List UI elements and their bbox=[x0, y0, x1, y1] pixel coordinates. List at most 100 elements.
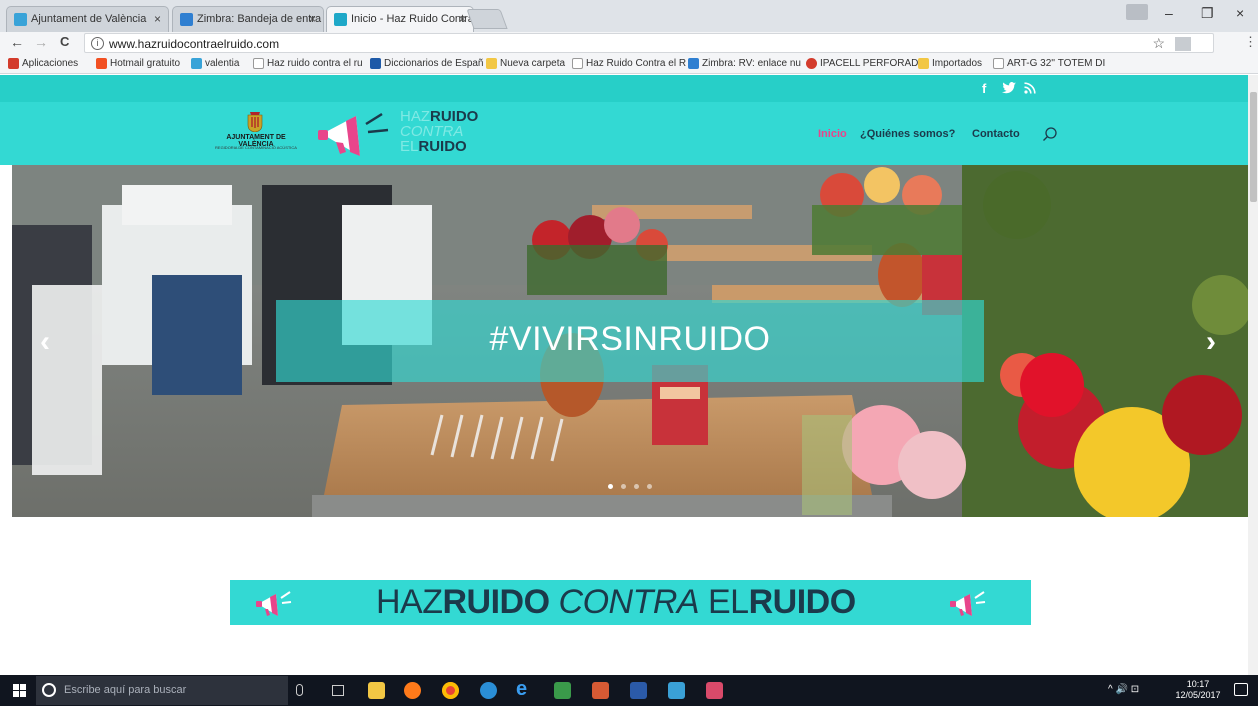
close-window-icon[interactable]: × bbox=[1236, 5, 1244, 21]
bookmark-artg[interactable]: ART-G 32'' TOTEM DI bbox=[993, 58, 1105, 69]
hazruido-favicon-icon bbox=[334, 13, 347, 26]
bookmark-label: Zimbra: RV: enlace nu bbox=[702, 58, 801, 69]
word-icon[interactable] bbox=[630, 682, 647, 699]
bookmark-ipacell[interactable]: IPACELL PERFORADO bbox=[806, 58, 926, 69]
megaphone-icon bbox=[950, 591, 986, 616]
clock-time: 10:17 bbox=[1186, 679, 1210, 689]
taskbar-search-box[interactable]: Escribe aquí para buscar bbox=[36, 676, 288, 705]
web-page: f AJUNTAMENT DE VALÈNCIA REGIDORIA DE CO… bbox=[0, 75, 1248, 675]
microphone-icon[interactable] bbox=[296, 684, 303, 696]
bookmark-label: Diccionarios de Españ bbox=[384, 58, 484, 69]
browser-toolbar: ← → C i www.hazruidocontraelruido.com ☆ bbox=[0, 32, 1258, 54]
close-tab-icon[interactable]: × bbox=[309, 12, 316, 26]
bookmark-nueva-carpeta[interactable]: Nueva carpeta bbox=[486, 58, 565, 69]
banner-ruido: RUIDO bbox=[442, 583, 551, 621]
bookmark-label: valentia bbox=[205, 58, 240, 69]
app-icon[interactable] bbox=[554, 682, 571, 699]
slider-dot[interactable] bbox=[621, 484, 626, 489]
internet-explorer-icon[interactable]: e bbox=[516, 678, 533, 700]
ajuntament-logo[interactable]: AJUNTAMENT DE VALÈNCIA REGIDORIA DE CONT… bbox=[210, 110, 302, 162]
slider-prev-arrow-icon[interactable]: ‹ bbox=[40, 325, 50, 359]
system-tray-icons[interactable]: ^ 🔊 ⊡ bbox=[1108, 684, 1139, 695]
back-button[interactable]: ← bbox=[10, 34, 24, 50]
ajuntament-subtitle: REGIDORIA DE CONTAMINACIÓ ACÚSTICA bbox=[215, 145, 297, 150]
tab-ajuntament[interactable]: Ajuntament de València × bbox=[6, 6, 169, 32]
browser-menu-icon[interactable]: ⋮ bbox=[1244, 34, 1257, 50]
bookmark-star-icon[interactable]: ☆ bbox=[1152, 35, 1165, 52]
ajuntament-favicon-icon bbox=[14, 13, 27, 26]
bookmark-label: Importados bbox=[932, 58, 983, 69]
notification-center-icon[interactable] bbox=[1234, 683, 1248, 696]
bookmark-label: Aplicaciones bbox=[22, 58, 79, 69]
zimbra-favicon-icon bbox=[180, 13, 193, 26]
minimize-icon[interactable]: – bbox=[1165, 5, 1173, 21]
bookmark-label: ART-G 32'' TOTEM DI bbox=[1007, 58, 1106, 69]
twitter-icon[interactable] bbox=[1002, 82, 1016, 94]
hero-slider: #VIVIRSINRUIDO ‹ › bbox=[12, 165, 1248, 517]
new-tab-button[interactable] bbox=[466, 9, 508, 29]
bookmark-apps[interactable]: Aplicaciones bbox=[8, 58, 78, 69]
scrollbar-thumb[interactable] bbox=[1250, 92, 1257, 202]
task-view-icon[interactable] bbox=[332, 685, 344, 696]
hero-caption: #VIVIRSINRUIDO bbox=[489, 320, 771, 358]
app-icon[interactable] bbox=[668, 682, 685, 699]
url-text[interactable]: www.hazruidocontraelruido.com bbox=[109, 37, 279, 51]
windows-start-icon[interactable] bbox=[13, 684, 26, 697]
haz-ruido-banner[interactable]: HAZRUIDO CONTRA ELRUIDO bbox=[230, 580, 1031, 625]
chrome-icon[interactable] bbox=[442, 682, 459, 699]
tab-label: Inicio - Haz Ruido Contra bbox=[351, 13, 474, 25]
megaphone-icon bbox=[256, 591, 292, 616]
bookmark-valentia[interactable]: valentia bbox=[191, 58, 239, 69]
site-header: AJUNTAMENT DE VALÈNCIA REGIDORIA DE CONT… bbox=[0, 102, 1248, 165]
app-icon[interactable] bbox=[706, 682, 723, 699]
wordreference-icon bbox=[370, 58, 381, 69]
bookmark-label: IPACELL PERFORADO bbox=[820, 58, 927, 69]
tab-zimbra[interactable]: Zimbra: Bandeja de entra × bbox=[172, 6, 324, 32]
slider-dot[interactable] bbox=[608, 484, 613, 489]
file-explorer-icon[interactable] bbox=[368, 682, 385, 699]
windows-logo-icon bbox=[96, 58, 107, 69]
extension-icon[interactable] bbox=[1175, 37, 1191, 51]
bookmark-importados[interactable]: Importados bbox=[918, 58, 982, 69]
slider-next-arrow-icon[interactable]: › bbox=[1206, 325, 1216, 359]
info-icon[interactable]: i bbox=[91, 37, 104, 50]
reload-button[interactable]: C bbox=[60, 34, 69, 49]
powerpoint-icon[interactable] bbox=[592, 682, 609, 699]
tab-label: Ajuntament de València bbox=[31, 13, 147, 25]
address-bar[interactable]: i www.hazruidocontraelruido.com ☆ bbox=[84, 33, 1214, 53]
maximize-icon[interactable]: ❐ bbox=[1201, 5, 1214, 22]
banner-el: EL bbox=[699, 583, 749, 621]
app-icon[interactable] bbox=[480, 682, 497, 699]
rss-icon[interactable] bbox=[1024, 82, 1036, 94]
bookmark-diccionarios[interactable]: Diccionarios de Españ bbox=[370, 58, 484, 69]
page-icon bbox=[993, 58, 1004, 69]
tab-haz-ruido[interactable]: Inicio - Haz Ruido Contra × bbox=[326, 6, 474, 32]
nav-quienes-somos[interactable]: ¿Quiénes somos? bbox=[860, 128, 955, 140]
nav-contacto[interactable]: Contacto bbox=[972, 128, 1020, 140]
bookmark-label: Hotmail gratuito bbox=[110, 58, 181, 69]
bookmark-haz-ruido-1[interactable]: Haz ruido contra el ru bbox=[253, 58, 363, 69]
bookmark-haz-ruido-2[interactable]: Haz Ruido Contra el R bbox=[572, 58, 686, 69]
forward-button[interactable]: → bbox=[34, 34, 48, 50]
megaphone-logo-icon[interactable] bbox=[316, 102, 396, 164]
banner-haz: HAZ bbox=[376, 583, 443, 621]
cortana-icon bbox=[42, 683, 56, 697]
taskbar-clock[interactable]: 10:17 12/05/2017 bbox=[1170, 679, 1226, 701]
slider-dot[interactable] bbox=[634, 484, 639, 489]
nav-inicio[interactable]: Inicio bbox=[818, 128, 847, 140]
page-icon bbox=[253, 58, 264, 69]
search-icon[interactable] bbox=[1042, 126, 1058, 142]
close-tab-icon[interactable]: × bbox=[154, 12, 161, 26]
brand-wordmark[interactable]: HAZRUIDO CONTRA ELRUIDO bbox=[400, 109, 478, 154]
facebook-icon[interactable]: f bbox=[982, 81, 986, 96]
bookmark-zimbra[interactable]: Zimbra: RV: enlace nu bbox=[688, 58, 801, 69]
brand-contra: CONTRA bbox=[400, 123, 464, 140]
bookmark-hotmail[interactable]: Hotmail gratuito bbox=[96, 58, 180, 69]
firefox-icon[interactable] bbox=[404, 682, 421, 699]
zimbra-favicon-icon bbox=[688, 58, 699, 69]
close-tab-icon[interactable]: × bbox=[459, 12, 466, 26]
taskbar-search-placeholder: Escribe aquí para buscar bbox=[64, 684, 187, 696]
profile-icon[interactable] bbox=[1126, 4, 1148, 20]
slider-dot[interactable] bbox=[647, 484, 652, 489]
banner-ruido-2: RUIDO bbox=[748, 583, 857, 621]
